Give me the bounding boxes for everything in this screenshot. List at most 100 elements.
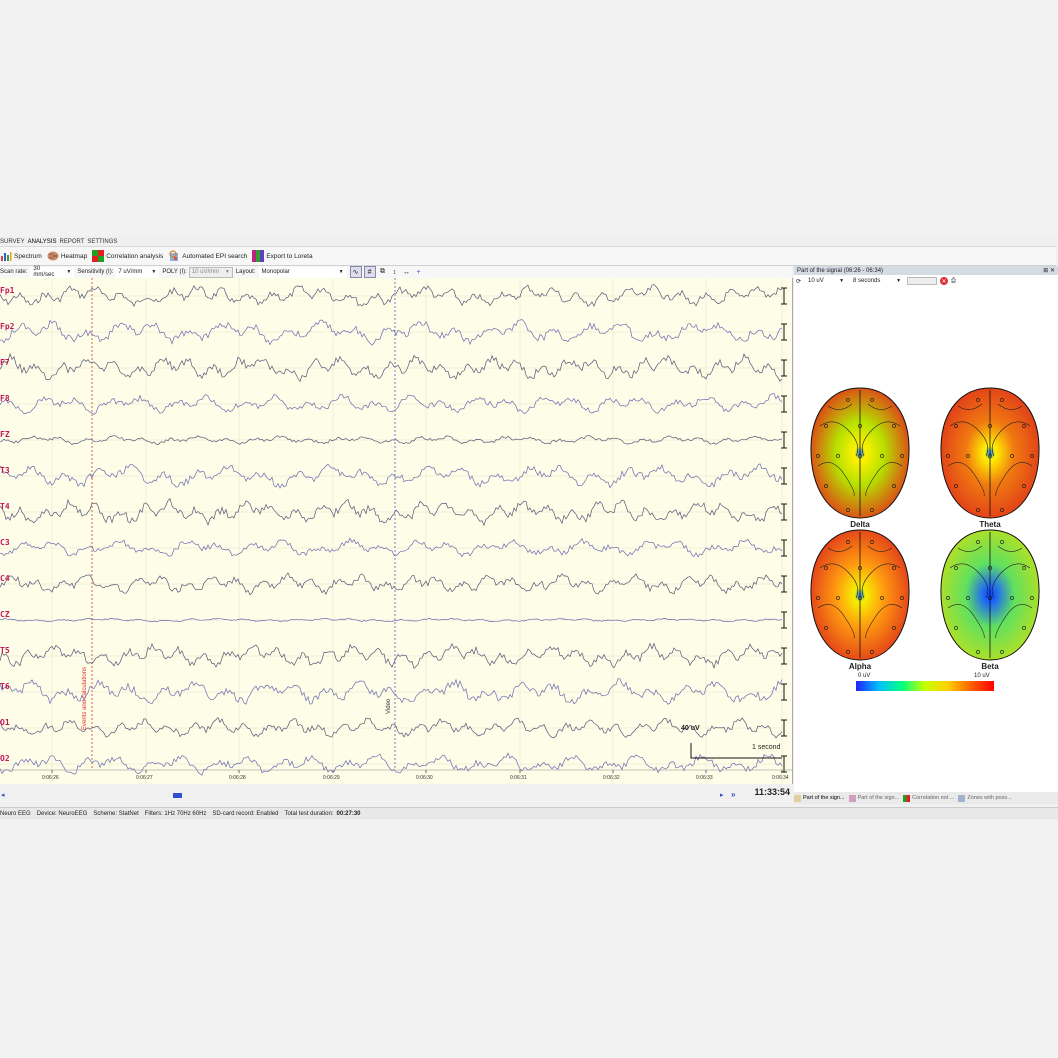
channel-label-fp1[interactable]: Fp1	[0, 286, 14, 295]
chevron-down-icon: ▼	[839, 278, 845, 284]
status-total-label: Total test duration:	[284, 810, 334, 817]
panel-title: Part of the signal (06:26 - 06:34)	[797, 267, 884, 274]
event-marker-text: Events and calculations	[82, 666, 88, 730]
topomap-theta[interactable]	[938, 386, 1042, 522]
pin-icon[interactable]: ⊞	[1043, 268, 1048, 274]
time-tick-label: 0:06:31	[510, 775, 527, 781]
tab-part-of-signal-2[interactable]: Part of the sign...	[848, 794, 899, 802]
tab-settings[interactable]: SETTINGS	[87, 239, 120, 246]
time-tick-label: 0:06:34	[772, 775, 789, 781]
topomap-delta[interactable]	[808, 386, 912, 522]
scan-rate-label: Scan rate:	[0, 269, 28, 275]
color-scale-min: 0 uV	[858, 673, 871, 679]
sensitivity-select[interactable]: 7 uV/mm ▼	[115, 266, 160, 278]
poly-label: POLY (I):	[162, 269, 187, 275]
topomap-label: Beta	[981, 662, 999, 671]
channel-label-t3[interactable]: T3	[0, 466, 10, 475]
export-to-loreta-button[interactable]: Export to Loreta	[252, 250, 313, 262]
time-tick-label: 0:06:28	[229, 775, 246, 781]
scroll-right-icon[interactable]: ▸	[720, 791, 724, 799]
channel-label-t5[interactable]: T5	[0, 646, 10, 655]
print-icon[interactable]: ⎙	[951, 278, 956, 285]
spectrum-icon	[1, 252, 12, 261]
channel-label-o1[interactable]: O1	[0, 718, 10, 727]
scroll-thumb[interactable]	[173, 793, 182, 798]
poly-select[interactable]: 10 uV/mm ▼	[188, 266, 233, 278]
eeg-panel[interactable]: Fp1 Fp2 F7 F8 FZ T3 T4 C3 C4 CZ T5 T6 O1 O2 0:06:26 0:…	[0, 278, 793, 784]
scroll-left-icon[interactable]: ◂	[1, 791, 5, 799]
channel-label-fp2[interactable]: Fp2	[0, 322, 14, 331]
channel-label-c4[interactable]: C4	[0, 574, 10, 583]
grid-icon[interactable]: #	[363, 266, 376, 278]
event-marker-label: Events and calculations	[82, 667, 88, 730]
status-bar: Neuro EEG Device: NeuroEEG Scheme: StatN…	[0, 807, 1058, 819]
correlation-icon	[903, 794, 911, 802]
channel-label-t6[interactable]: T6	[0, 682, 10, 691]
settings-bar: Scan rate: 30 mm/sec ▼ Sensitivity (I): 7…	[0, 266, 792, 278]
panel-header: Part of the signal (06:26 - 06:34) ⊞ ✕	[794, 266, 1058, 275]
channel-label-f8[interactable]: F8	[0, 394, 10, 403]
current-time-clock: 11:33:54	[754, 787, 790, 797]
status-app: Neuro EEG	[0, 810, 31, 817]
window-value: 8 seconds	[853, 278, 881, 284]
amplitude-value: 10 uV	[808, 278, 824, 284]
amplitude-select[interactable]: 10 uV ▼	[805, 275, 848, 287]
status-device: Device: NeuroEEG	[36, 810, 88, 817]
chevron-down-icon: ▼	[896, 278, 902, 284]
eeg-trace-c3	[0, 537, 783, 558]
time-tick-label: 0:06:32	[603, 775, 620, 781]
refresh-icon[interactable]: ⟳	[796, 278, 801, 285]
tab-label: Correlation not ...	[912, 795, 955, 801]
chevron-down-icon: ▼	[224, 269, 230, 275]
layout-label: Layout:	[235, 269, 256, 275]
ribbon-toolbar: Spectrum Heatmap Correlation analysis Au…	[0, 246, 1056, 266]
export-to-loreta-label: Export to Loreta	[266, 252, 313, 260]
heatmap-button[interactable]: Heatmap	[47, 250, 87, 262]
fast-forward-icon[interactable]: »	[731, 790, 735, 799]
tab-report[interactable]: REPORT	[59, 239, 87, 246]
tab-zones[interactable]: Zones with poss...	[958, 794, 1012, 802]
channel-label-fz[interactable]: FZ	[0, 430, 10, 439]
epi-search-icon	[169, 250, 179, 261]
topomap-beta[interactable]	[938, 528, 1042, 664]
heatmap-label: Heatmap	[60, 252, 88, 260]
automated-epi-search-button[interactable]: Automated EPI search	[168, 250, 247, 262]
tab-survey[interactable]: SURVEY	[0, 239, 28, 246]
channel-label-c3[interactable]: C3	[0, 538, 10, 547]
channel-label-f7[interactable]: F7	[0, 358, 10, 367]
crosshair-icon[interactable]: +	[414, 267, 424, 277]
panel-toolbar: ⟳ 10 uV ▼ 8 seconds ▼ ✕ ⎙	[794, 275, 1058, 287]
status-scheme: Scheme: StatNet	[93, 810, 139, 817]
color-scale-bar	[856, 681, 994, 691]
timeline-scrollbar[interactable]: ◂ ▸ » 11:33:54	[0, 787, 792, 801]
chart-icon	[794, 794, 801, 802]
window-select[interactable]: 8 seconds ▼	[850, 275, 905, 287]
tab-analysis[interactable]: ANALYSIS	[28, 239, 60, 246]
wave-tool-icon[interactable]: ∿	[349, 266, 362, 278]
tab-correlation[interactable]: Correlation not ...	[903, 794, 955, 802]
heatmap-brain-icon	[47, 251, 59, 261]
channel-label-cz[interactable]: CZ	[0, 610, 10, 619]
channel-label-o2[interactable]: O2	[0, 754, 10, 763]
horizontal-resize-icon[interactable]: ↔	[402, 267, 412, 277]
tab-part-of-signal-1[interactable]: Part of the sign...	[794, 794, 845, 802]
channel-label-t4[interactable]: T4	[0, 502, 10, 511]
eeg-trace-fp1	[0, 284, 783, 308]
status-filters: Filters: 1Hz 70Hz 60Hz	[144, 810, 207, 817]
poly-value: 10 uV/mm	[191, 269, 220, 275]
eeg-traces[interactable]	[0, 278, 792, 784]
correlation-analysis-label: Correlation analysis	[106, 252, 164, 260]
close-icon[interactable]: ✕	[1050, 268, 1055, 274]
spectrum-label: Spectrum	[14, 252, 42, 260]
window-icon[interactable]: ⧉	[378, 267, 388, 277]
correlation-analysis-button[interactable]: Correlation analysis	[92, 250, 163, 262]
amplitude-scale-label: 40 uV	[681, 725, 700, 732]
layout-select[interactable]: Monopolar ▼	[258, 266, 347, 278]
signal-part-panel: Part of the signal (06:26 - 06:34) ⊞ ✕ ⟳…	[794, 266, 1058, 792]
topomap-alpha[interactable]	[808, 528, 912, 664]
scan-rate-select[interactable]: 30 mm/sec ▼	[30, 266, 75, 278]
spectrum-button[interactable]: Spectrum	[0, 250, 42, 262]
color-scale-max: 10 uV	[974, 673, 990, 679]
vertical-resize-icon[interactable]: ↕	[390, 267, 400, 277]
cancel-icon[interactable]: ✕	[940, 277, 949, 285]
